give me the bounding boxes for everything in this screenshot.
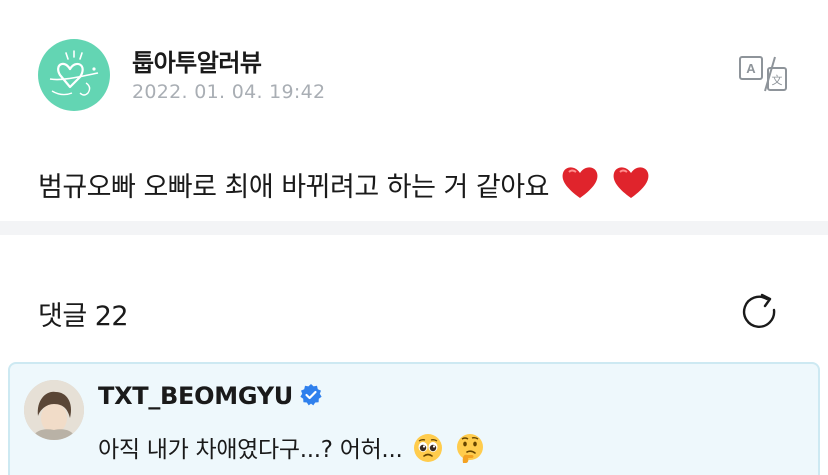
pleading-face-emoji-icon	[413, 433, 443, 469]
post-header: 툽아투알러뷰 2022. 01. 04. 19:42 A 文	[38, 39, 788, 115]
highlighted-artist-comment[interactable]: TXT_BEOMGYU 아직 내가 차애였다구...? 어허...	[8, 362, 820, 475]
comments-count: 22	[94, 301, 129, 332]
refresh-icon	[742, 293, 776, 328]
translate-icon: A 文	[739, 56, 787, 92]
red-heart-icon	[560, 164, 600, 207]
thinking-face-emoji-icon	[455, 433, 485, 469]
avatar-heart-doodle-icon	[49, 50, 99, 96]
svg-text:A: A	[746, 61, 756, 76]
comment-text-content: 아직 내가 차애였다구...? 어허...	[98, 437, 403, 463]
commenter-name-text: TXT_BEOMGYU	[98, 382, 293, 410]
translate-button[interactable]: A 文	[738, 53, 788, 93]
post-timestamp: 2022. 01. 04. 19:42	[132, 81, 326, 103]
commenter-name[interactable]: TXT_BEOMGYU	[98, 382, 323, 413]
red-heart-icon	[611, 164, 651, 207]
comment-text: 아직 내가 차애였다구...? 어허...	[98, 430, 485, 469]
weverse-post-screen: 툽아투알러뷰 2022. 01. 04. 19:42 A 文 범규오빠 오빠로 …	[0, 0, 828, 475]
avatar-photo	[24, 380, 84, 440]
commenter-avatar[interactable]	[24, 380, 84, 440]
comments-header: 댓글 22	[38, 294, 129, 333]
section-divider	[0, 221, 828, 235]
post-body-text: 범규오빠 오빠로 최애 바뀌려고 하는 거 같아요	[38, 172, 549, 203]
author-avatar[interactable]	[38, 39, 110, 111]
comments-label: 댓글	[38, 301, 87, 332]
post-author-name[interactable]: 툽아투알러뷰	[132, 43, 262, 78]
post-body: 범규오빠 오빠로 최애 바뀌려고 하는 거 같아요	[38, 164, 651, 207]
refresh-comments-button[interactable]	[740, 292, 780, 332]
verified-badge-icon	[299, 383, 323, 413]
svg-text:文: 文	[772, 73, 783, 87]
